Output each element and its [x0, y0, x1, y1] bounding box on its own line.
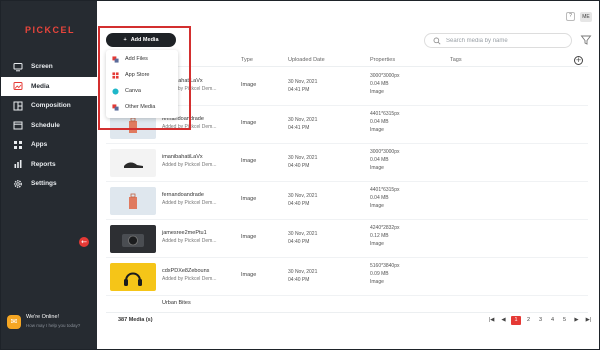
- media-added-by: Added by Pickcel Dem...: [162, 276, 217, 282]
- sidebar-item-label: Screen: [31, 63, 53, 71]
- page-5-button[interactable]: 5: [560, 316, 569, 325]
- composition-icon: [13, 101, 23, 111]
- prev-page-icon[interactable]: ◀: [499, 316, 508, 325]
- table-footer: 387 Media (s) |◀ ◀ 1 2 3 4 5 ▶ ▶|: [106, 312, 591, 326]
- help-button[interactable]: ?: [566, 12, 575, 21]
- sidebar-item-reports[interactable]: Reports: [1, 155, 97, 175]
- page-4-button[interactable]: 4: [548, 316, 557, 325]
- filter-icon[interactable]: [580, 34, 592, 46]
- add-column-button[interactable]: +: [574, 56, 583, 65]
- calendar-icon: [13, 120, 23, 130]
- media-type: Image: [241, 196, 257, 202]
- media-thumbnail[interactable]: [110, 187, 156, 215]
- media-icon: [13, 81, 23, 91]
- media-name[interactable]: Urban Bites: [162, 300, 191, 306]
- media-added-by: Added by Pickcel Dem...: [162, 238, 217, 244]
- search-box[interactable]: [424, 33, 572, 48]
- pagination: |◀ ◀ 1 2 3 4 5 ▶ ▶|: [487, 316, 593, 325]
- media-properties: 4240*2832px 0.12 MB Image: [370, 225, 400, 247]
- sidebar-item-label: Apps: [31, 141, 48, 149]
- sidebar-item-composition[interactable]: Composition: [1, 96, 97, 116]
- brand-logo[interactable]: PICKCEL: [25, 25, 75, 35]
- media-type: Image: [241, 234, 257, 240]
- media-date: 30 Nov, 2021 04:40 PM: [288, 231, 318, 245]
- media-properties: 4401*6315px 0.04 MB Image: [370, 187, 400, 209]
- apps-grid-icon: [13, 140, 23, 150]
- table-row[interactable]: fernandoandrade Added by Pickcel Dem... …: [106, 182, 588, 220]
- page-2-button[interactable]: 2: [524, 316, 533, 325]
- monitor-icon: [13, 62, 23, 72]
- sidebar-item-media[interactable]: Media: [1, 76, 97, 96]
- media-added-by: Added by Pickcel Dem...: [162, 162, 217, 168]
- media-name[interactable]: cdxPDXe8Zebouns: [162, 268, 209, 274]
- next-page-icon[interactable]: ▶: [572, 316, 581, 325]
- media-name[interactable]: imanibahatiLaVx: [162, 154, 203, 160]
- sidebar-item-label: Schedule: [31, 121, 60, 129]
- media-type: Image: [241, 120, 257, 126]
- media-properties: 5160*3840px 0.09 MB Image: [370, 263, 400, 285]
- column-type[interactable]: Type: [241, 57, 253, 63]
- media-date: 30 Nov, 2021 04:41 PM: [288, 79, 318, 93]
- media-added-by: Added by Pickcel Dem...: [162, 200, 217, 206]
- sidebar-item-schedule[interactable]: Schedule: [1, 116, 97, 136]
- media-properties: 3000*3000px 0.04 MB Image: [370, 73, 400, 95]
- chat-icon[interactable]: ✉: [7, 315, 21, 329]
- sidebar-item-label: Composition: [31, 102, 71, 110]
- media-thumbnail[interactable]: [110, 263, 156, 291]
- media-type: Image: [241, 272, 257, 278]
- chat-widget[interactable]: ✉ We're Online! How may I help you today…: [7, 313, 95, 335]
- annotation-highlight-box: [98, 26, 191, 130]
- media-date: 30 Nov, 2021 04:40 PM: [288, 155, 318, 169]
- media-name[interactable]: fernandoandrade: [162, 192, 204, 198]
- last-page-icon[interactable]: ▶|: [584, 316, 593, 325]
- table-row[interactable]: Urban Bites: [106, 296, 588, 308]
- chat-subtitle: How may I help you today?: [26, 323, 81, 328]
- media-name[interactable]: jamesree2mePtu1: [162, 230, 207, 236]
- page-1-button[interactable]: 1: [511, 316, 521, 325]
- search-icon: [433, 37, 441, 44]
- media-properties: 4401*6315px 0.04 MB Image: [370, 111, 400, 133]
- sidebar-item-label: Settings: [31, 180, 57, 188]
- table-row[interactable]: imanibahatiLaVx Added by Pickcel Dem... …: [106, 144, 588, 182]
- media-thumbnail[interactable]: [110, 225, 156, 253]
- media-type: Image: [241, 158, 257, 164]
- gear-icon: [13, 179, 23, 189]
- table-row[interactable]: cdxPDXe8Zebouns Added by Pickcel Dem... …: [106, 258, 588, 296]
- first-page-icon[interactable]: |◀: [487, 316, 496, 325]
- sidebar-nav: Screen Media Composition Schedule Apps R…: [1, 57, 97, 194]
- media-thumbnail[interactable]: [110, 149, 156, 177]
- user-avatar[interactable]: ME: [580, 12, 592, 22]
- column-uploaded-date[interactable]: Uploaded Date: [288, 57, 325, 63]
- arrow-left-icon[interactable]: ←: [79, 237, 89, 247]
- media-date: 30 Nov, 2021 04:40 PM: [288, 193, 318, 207]
- media-type: Image: [241, 82, 257, 88]
- sidebar-item-label: Reports: [31, 160, 56, 168]
- column-properties: Properties: [370, 57, 396, 63]
- column-tags: Tags: [450, 57, 462, 63]
- sidebar-item-label: Media: [31, 82, 50, 90]
- media-date: 30 Nov, 2021 04:41 PM: [288, 117, 318, 131]
- media-count: 387 Media (s): [118, 317, 153, 323]
- sidebar-item-screen[interactable]: Screen: [1, 57, 97, 77]
- search-input[interactable]: [446, 37, 566, 44]
- sidebar-item-apps[interactable]: Apps: [1, 135, 97, 155]
- page-3-button[interactable]: 3: [536, 316, 545, 325]
- chat-title: We're Online!: [26, 314, 60, 320]
- media-properties: 3000*3000px 0.04 MB Image: [370, 149, 400, 171]
- media-date: 30 Nov, 2021 04:40 PM: [288, 269, 318, 283]
- sidebar: PICKCEL Screen Media Composition Schedul…: [1, 1, 97, 349]
- reports-icon: [13, 159, 23, 169]
- table-row[interactable]: jamesree2mePtu1 Added by Pickcel Dem... …: [106, 220, 588, 258]
- sidebar-item-settings[interactable]: Settings: [1, 174, 97, 194]
